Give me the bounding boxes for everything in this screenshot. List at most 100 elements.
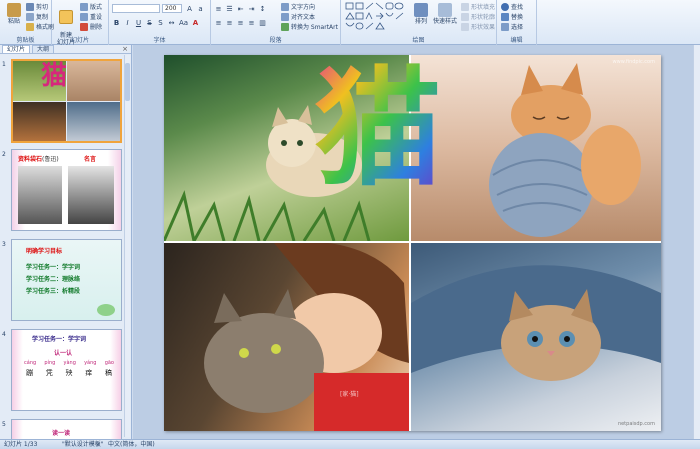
photo-child-kissing-cat-art [204,243,409,431]
slide-title-svg: 猫 [314,55,442,195]
slide-1[interactable]: www.findpic.com [家·猫] netpaisdp.com 猫 [164,55,661,431]
ribbon-group-clipboard: 粘贴 剪切 复制 格式刷 剪贴板 [0,0,54,45]
bullets-button[interactable]: ≡ [214,4,223,13]
shrink-font-button[interactable]: a [196,4,205,13]
align-right-button[interactable]: ≡ [236,18,245,27]
spellcheck-icon[interactable]: ✓ [96,440,101,449]
thumb3-title: 明确学习目标 [26,248,63,255]
shape-fill-button[interactable]: 形状填充 [461,2,495,11]
underline-button[interactable]: U [134,18,143,27]
thumb2-right: 名言 [84,156,97,163]
numbering-button[interactable]: ☰ [225,4,234,13]
spacing-button[interactable]: ↔ [167,18,176,27]
outline-icon [461,12,469,21]
thumb2-sub: (鲁迅) [42,156,59,163]
pinyin-row: cáng píng yàng yáng gāo [24,360,114,366]
fill-icon [461,2,469,11]
copy-button[interactable]: 复制 [26,12,48,21]
canvas-scrollbar[interactable] [693,45,700,439]
slide-thumb-4[interactable]: 学习任务一：学字词 认一认 cáng píng yàng yáng gāo 蹦凭殃痒稿 [11,329,122,411]
italic-button[interactable]: I [123,18,132,27]
align-left-button[interactable]: ≡ [214,18,223,27]
slide-thumb-5[interactable]: 读一读 [11,419,122,439]
quick-styles-button[interactable]: 快速样式 [431,3,459,25]
delete-slide-button[interactable]: 删除 [80,22,102,31]
font-name-combo[interactable] [112,4,160,13]
layout-button[interactable]: 版式 [80,2,102,11]
photo-kitten-in-blanket-art [411,265,661,381]
columns-button[interactable]: ▥ [258,18,267,27]
format-painter-button[interactable]: 格式刷 [26,22,54,31]
shape-outline-button[interactable]: 形状轮廓 [461,12,495,21]
slide-title-char[interactable]: 猫 [314,55,442,195]
tab-slides[interactable]: 幻灯片 [2,45,31,53]
status-bar: 幻灯片 1/33 "默认设计模板" ✓ 中文(简体，中国) [0,439,700,449]
strikethrough-button[interactable]: S [145,18,154,27]
font-color-button[interactable]: A [191,18,200,27]
line-spacing-button[interactable]: ↕ [258,4,267,13]
select-button[interactable]: 选择 [501,22,523,31]
bold-button[interactable]: B [112,18,121,27]
justify-button[interactable]: ≡ [247,18,256,27]
thumb3-line: 学习任务三：析精段 [26,288,81,295]
thumb-photo-kitten-yarn [67,61,120,101]
font-size-combo[interactable]: 200 [162,4,182,13]
replace-button[interactable]: 替换 [501,12,523,21]
align-text-button[interactable]: 对齐文本 [281,12,315,21]
text-direction-button[interactable]: 文字方向 [281,2,315,11]
decor-grass [97,304,115,316]
thumb-photo-kitten-blanket [67,102,120,141]
thumb-number: 1 [2,61,6,68]
align-center-button[interactable]: ≡ [225,18,234,27]
find-button[interactable]: 查找 [501,2,523,11]
tab-outline[interactable]: 大纲 [32,45,55,53]
watermark-top: www.findpic.com [612,59,655,65]
thumb4-sub: 认一认 [54,350,73,357]
photo-child-kissing-cat: [家·猫] [164,243,409,431]
ribbon: 粘贴 剪切 复制 格式刷 剪贴板 新建 幻灯片 版式 重设 删除 幻灯片 200… [0,0,700,46]
reset-button[interactable]: 重设 [80,12,102,21]
thumb-title-char: 猫 [41,61,68,91]
shadow-button[interactable]: S [156,18,165,27]
thumb-number: 4 [2,331,6,338]
group-label-font: 字体 [153,37,166,44]
photo-kitten-in-blanket: netpaisdp.com [411,243,661,431]
watermark-bottom: netpaisdp.com [617,421,655,427]
thumb3-line: 学习任务二：理脉络 [26,276,81,283]
arrange-button[interactable]: 排列 [409,3,433,25]
ribbon-group-paragraph: ≡ ☰ ⇤ ⇥ ↕ ≡ ≡ ≡ ≡ ▥ 文字方向 对齐文本 转换为 SmartA… [211,0,341,45]
portrait-photo-2 [68,166,114,224]
slide-canvas: www.findpic.com [家·猫] netpaisdp.com 猫 [133,45,700,439]
status-language[interactable]: 中文(简体，中国) [108,440,155,449]
increase-indent-button[interactable]: ⇥ [247,4,256,13]
grow-font-button[interactable]: A [185,4,194,13]
cut-button[interactable]: 剪切 [26,2,48,11]
change-case-button[interactable]: Aa [178,18,188,27]
slide-thumb-1[interactable]: 猫 [11,59,122,143]
smartart-button[interactable]: 转换为 SmartArt [281,22,338,31]
pane-scrollbar[interactable] [124,55,130,437]
decrease-indent-button[interactable]: ⇤ [236,4,245,13]
shapes-gallery[interactable] [345,2,407,30]
align-text-icon [281,12,289,21]
thumb5-title: 读一读 [52,430,71,437]
pane-tabs: 幻灯片 大纲 [0,45,131,54]
pane-scroll-thumb[interactable] [125,63,130,101]
group-label-paragraph: 段落 [269,37,282,44]
text-direction-icon [281,2,289,11]
thumb-number: 5 [2,421,6,428]
slide-thumb-2[interactable]: 资料袋石(鲁迅) 名言 [11,149,122,231]
brush-icon [26,22,34,31]
slide-thumb-3[interactable]: 明确学习目标 学习任务一：学字词 学习任务二：理脉络 学习任务三：析精段 [11,239,122,321]
thumb-number: 3 [2,241,6,248]
arrange-icon [414,3,428,17]
layout-icon [80,2,88,11]
thumb-number: 2 [2,151,6,158]
delete-icon [80,22,88,31]
group-label-slides: 幻灯片 [70,37,89,44]
shape-effects-button[interactable]: 形状效果 [461,22,495,31]
portrait-photo-1 [18,166,62,224]
close-pane-icon[interactable]: × [122,45,128,54]
paste-button[interactable]: 粘贴 [2,3,26,25]
slides-pane: 幻灯片 大纲 × 1 猫 2 资料袋石(鲁迅) 名言 3 明确学习目标 学习任务… [0,45,132,439]
